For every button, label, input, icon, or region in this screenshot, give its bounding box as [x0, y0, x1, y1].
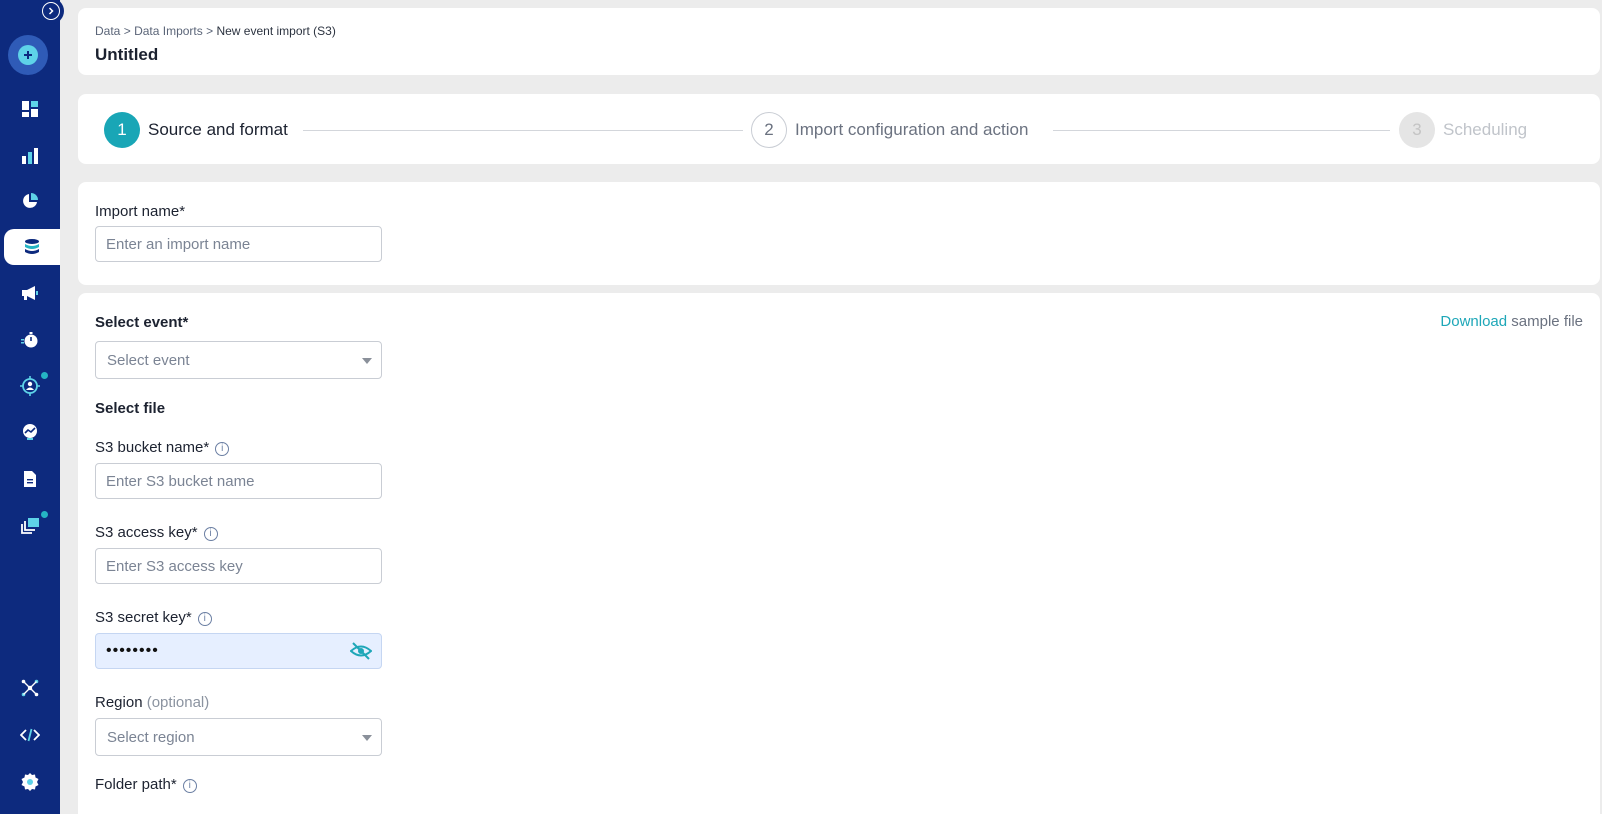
step-3-label[interactable]: Scheduling — [1443, 120, 1527, 140]
breadcrumb-item-data-imports[interactable]: Data Imports — [134, 24, 203, 38]
s3-access-key-label: S3 access key* i — [95, 524, 218, 541]
breadcrumb: Data > Data Imports > New event import (… — [95, 24, 336, 38]
database-icon — [25, 239, 39, 254]
stopwatch-icon — [21, 332, 38, 348]
download-link[interactable]: Download — [1440, 313, 1507, 330]
sidebar-item-dashboard[interactable] — [0, 91, 60, 127]
sidebar-item-developer[interactable] — [0, 717, 60, 753]
download-sample: Download sample file — [1440, 313, 1583, 330]
step-2-indicator: 2 — [751, 112, 787, 148]
code-icon — [20, 728, 40, 742]
sidebar-item-reports[interactable] — [0, 461, 60, 497]
sidebar-item-personalization[interactable] — [0, 368, 60, 404]
chevron-right-icon — [42, 2, 60, 20]
sidebar-item-content[interactable] — [0, 508, 60, 544]
step-2-label[interactable]: Import configuration and action — [795, 120, 1028, 140]
trend-icon — [23, 424, 37, 440]
layers-icon — [21, 518, 39, 534]
pie-chart-icon — [23, 193, 38, 208]
sidebar-item-insights[interactable] — [0, 414, 60, 450]
info-icon[interactable]: i — [203, 527, 218, 541]
step-1-indicator: 1 — [104, 112, 140, 148]
sidebar-item-integrations[interactable] — [0, 670, 60, 706]
event-file-section: Select event* Download sample file Selec… — [78, 293, 1600, 814]
document-icon — [24, 471, 36, 487]
sidebar-item-campaigns[interactable] — [0, 275, 60, 311]
sidebar-item-settings[interactable] — [0, 764, 60, 800]
region-label: Region (optional) — [95, 694, 210, 711]
masked-value: •••••••• — [106, 642, 159, 659]
select-file-heading: Select file — [95, 400, 166, 417]
s3-secret-key-input[interactable]: •••••••• — [95, 633, 382, 669]
breadcrumb-current: New event import (S3) — [216, 24, 336, 38]
breadcrumb-item-data[interactable]: Data — [95, 24, 120, 38]
import-name-label: Import name* — [95, 203, 186, 220]
sidebar-item-analytics[interactable] — [0, 138, 60, 174]
info-icon[interactable]: i — [215, 442, 230, 456]
sidebar — [0, 0, 64, 814]
notification-dot — [40, 510, 49, 519]
step-connector — [303, 130, 743, 131]
s3-access-key-input[interactable] — [95, 548, 382, 584]
step-1-label[interactable]: Source and format — [148, 120, 288, 140]
create-button[interactable] — [8, 35, 48, 75]
s3-bucket-input[interactable] — [95, 463, 382, 499]
dashboard-icon — [22, 101, 38, 117]
s3-secret-key-label: S3 secret key* i — [95, 609, 212, 626]
stepper: 1 Source and format 2 Import configurati… — [78, 94, 1600, 164]
step-3-indicator: 3 — [1399, 112, 1435, 148]
network-icon — [21, 679, 39, 697]
s3-bucket-label: S3 bucket name* i — [95, 439, 230, 456]
region-dropdown[interactable]: Select region — [95, 718, 382, 756]
sidebar-item-data[interactable] — [4, 229, 60, 265]
import-name-section: Import name* — [78, 182, 1600, 285]
target-user-icon — [20, 376, 40, 396]
caret-down-icon — [362, 735, 372, 741]
info-icon[interactable]: i — [182, 779, 197, 793]
plus-icon — [18, 45, 38, 65]
sidebar-item-flows[interactable] — [0, 322, 60, 358]
sidebar-toggle-button[interactable] — [38, 0, 64, 24]
page-header: Data > Data Imports > New event import (… — [78, 8, 1600, 75]
eye-slash-icon[interactable] — [349, 641, 373, 666]
select-event-dropdown[interactable]: Select event — [95, 341, 382, 379]
step-connector — [1053, 130, 1390, 131]
select-event-label: Select event* — [95, 314, 189, 331]
import-name-input[interactable] — [95, 226, 382, 262]
notification-dot — [40, 371, 49, 380]
info-icon[interactable]: i — [197, 612, 212, 626]
sidebar-item-segments[interactable] — [0, 183, 60, 219]
megaphone-icon — [22, 286, 38, 300]
gear-icon — [21, 773, 39, 791]
bar-chart-icon — [22, 148, 38, 164]
folder-path-label: Folder path* i — [95, 776, 197, 793]
page-title[interactable]: Untitled — [95, 45, 158, 65]
caret-down-icon — [362, 358, 372, 364]
